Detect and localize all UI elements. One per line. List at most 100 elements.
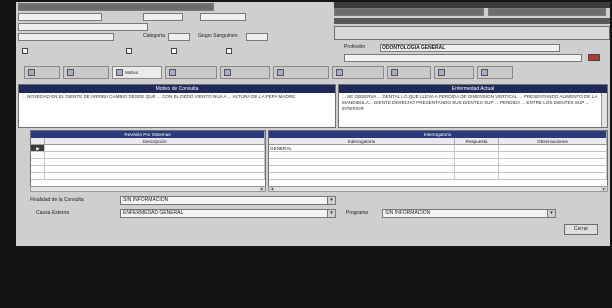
chevron-down-icon[interactable]: ▾ — [547, 210, 555, 217]
right-info-box — [334, 26, 610, 40]
finalidad-select[interactable]: SIN INFORMACION ▾ — [120, 196, 336, 205]
document-field[interactable] — [18, 3, 214, 11]
tab-motivo-icon — [116, 69, 123, 76]
tab-motivo[interactable]: Motivo — [112, 66, 162, 79]
cell-answer[interactable] — [455, 173, 499, 179]
motivo-textarea[interactable]: ... NOVEDAD EN EL DIENTE DE ARRIBA CAMBI… — [19, 93, 335, 101]
scroll-left-icon[interactable]: ◂ — [269, 187, 275, 191]
enfermedad-textarea[interactable]: ... SE OBSERVA ... DENTAL LO QUE LLEVA A… — [339, 93, 607, 113]
tab-9-icon — [438, 69, 445, 76]
cell-notes[interactable] — [499, 166, 607, 172]
tab-6-icon — [277, 69, 284, 76]
option-2[interactable] — [126, 48, 132, 55]
cell-notes[interactable] — [499, 145, 607, 151]
tab-7[interactable] — [332, 66, 384, 79]
options-row — [22, 48, 28, 55]
cell-question — [269, 152, 455, 158]
tab-8-icon — [391, 69, 398, 76]
table-row[interactable] — [31, 159, 265, 166]
right-banner-field[interactable] — [488, 8, 606, 16]
category-field[interactable] — [168, 33, 190, 41]
scroll-right-icon[interactable]: ▸ — [259, 187, 265, 191]
option-checkbox-4[interactable] — [226, 48, 232, 54]
tab-2-icon — [67, 69, 74, 76]
row-value — [45, 173, 265, 179]
programa-select[interactable]: SIN INFORMACION ▾ — [382, 209, 556, 218]
tab-bar: Motivo — [24, 66, 513, 80]
revision-title-text: Revisión Por Sistemas — [31, 131, 265, 138]
table-row[interactable] — [269, 166, 607, 173]
cell-notes[interactable] — [499, 152, 607, 158]
interrogatorio-title-text: Interrogatorio — [269, 131, 607, 138]
table-row[interactable] — [269, 159, 607, 166]
revision-col-2: Descripción — [45, 138, 265, 144]
cell-notes[interactable] — [499, 159, 607, 165]
cell-notes[interactable] — [499, 173, 607, 179]
cell-question: GENERAL — [269, 145, 455, 151]
table-row[interactable] — [269, 152, 607, 159]
tab-1-icon — [28, 69, 35, 76]
row-marker — [31, 152, 45, 158]
tab-4-icon — [169, 69, 176, 76]
cell-answer[interactable] — [455, 159, 499, 165]
table-row[interactable] — [31, 173, 265, 180]
programa-label: Programa — [346, 210, 368, 216]
tab-4[interactable] — [165, 66, 217, 79]
flag-icon[interactable] — [588, 54, 600, 61]
table-row[interactable]: ▶ — [31, 145, 265, 152]
tab-9[interactable] — [434, 66, 474, 79]
profile-sub-field[interactable] — [344, 54, 582, 62]
table-row[interactable] — [31, 166, 265, 173]
option-checkbox-2[interactable] — [126, 48, 132, 54]
profile-field[interactable]: ODONTOLOGIA GENERAL — [380, 44, 560, 52]
revision-scrollbar[interactable]: ▸ — [30, 186, 266, 192]
option-4[interactable] — [226, 48, 232, 55]
option-checkbox-1[interactable] — [22, 48, 28, 54]
cell-answer[interactable] — [455, 166, 499, 172]
profile-label: Profesión — [344, 44, 366, 50]
close-button[interactable]: Cerrar — [564, 224, 598, 235]
enfermedad-panel: Enfermedad Actual ... SE OBSERVA ... DEN… — [338, 84, 608, 128]
revision-title: Revisión Por Sistemas — [31, 131, 265, 138]
right-header-strip — [334, 18, 610, 24]
enfermedad-scrollbar[interactable] — [601, 93, 607, 127]
cell-question — [269, 159, 455, 165]
cell-answer[interactable] — [455, 152, 499, 158]
tab-10[interactable] — [477, 66, 513, 79]
tab-8[interactable] — [387, 66, 431, 79]
blood-group-field[interactable] — [246, 33, 268, 41]
option-checkbox-3[interactable] — [171, 48, 177, 54]
tab-6[interactable] — [273, 66, 329, 79]
revision-header-row: Descripción — [31, 138, 265, 145]
tab-1[interactable] — [24, 66, 60, 79]
tab-10-icon — [481, 69, 488, 76]
cell-question — [269, 173, 455, 179]
birth-field[interactable] — [143, 13, 183, 21]
option-3[interactable] — [171, 48, 177, 55]
type-field[interactable] — [18, 33, 114, 41]
interrogatorio-title: Interrogatorio — [269, 131, 607, 138]
motivo-title: Motivo de Consulta — [19, 85, 335, 93]
row-marker: ▶ — [31, 145, 45, 151]
motivo-panel: Motivo de Consulta ... NOVEDAD EN EL DIE… — [18, 84, 336, 128]
name-field[interactable] — [18, 13, 102, 21]
table-row[interactable] — [31, 152, 265, 159]
tab-5[interactable] — [220, 66, 270, 79]
table-row[interactable]: GENERAL — [269, 145, 607, 152]
revision-col-1 — [31, 138, 45, 144]
age-field[interactable] — [200, 13, 246, 21]
cell-answer[interactable] — [455, 145, 499, 151]
chevron-down-icon[interactable]: ▾ — [327, 197, 335, 204]
interrogatorio-col-3: Observaciones — [499, 138, 607, 144]
scroll-right-icon[interactable]: ▸ — [601, 187, 607, 191]
tab-2[interactable] — [63, 66, 109, 79]
interrogatorio-scrollbar[interactable]: ◂ ▸ — [268, 186, 608, 192]
row-marker — [31, 166, 45, 172]
tab-motivo-label: Motivo — [125, 70, 139, 75]
table-row[interactable] — [269, 173, 607, 180]
interrogatorio-header-row: Interrogatorio Respuesta Observaciones — [269, 138, 607, 145]
chevron-down-icon[interactable]: ▾ — [327, 210, 335, 217]
right-select-field[interactable] — [334, 8, 484, 16]
occupation-field[interactable] — [18, 23, 148, 31]
causa-select[interactable]: ENFERMEDAD GENERAL ▾ — [120, 209, 336, 218]
